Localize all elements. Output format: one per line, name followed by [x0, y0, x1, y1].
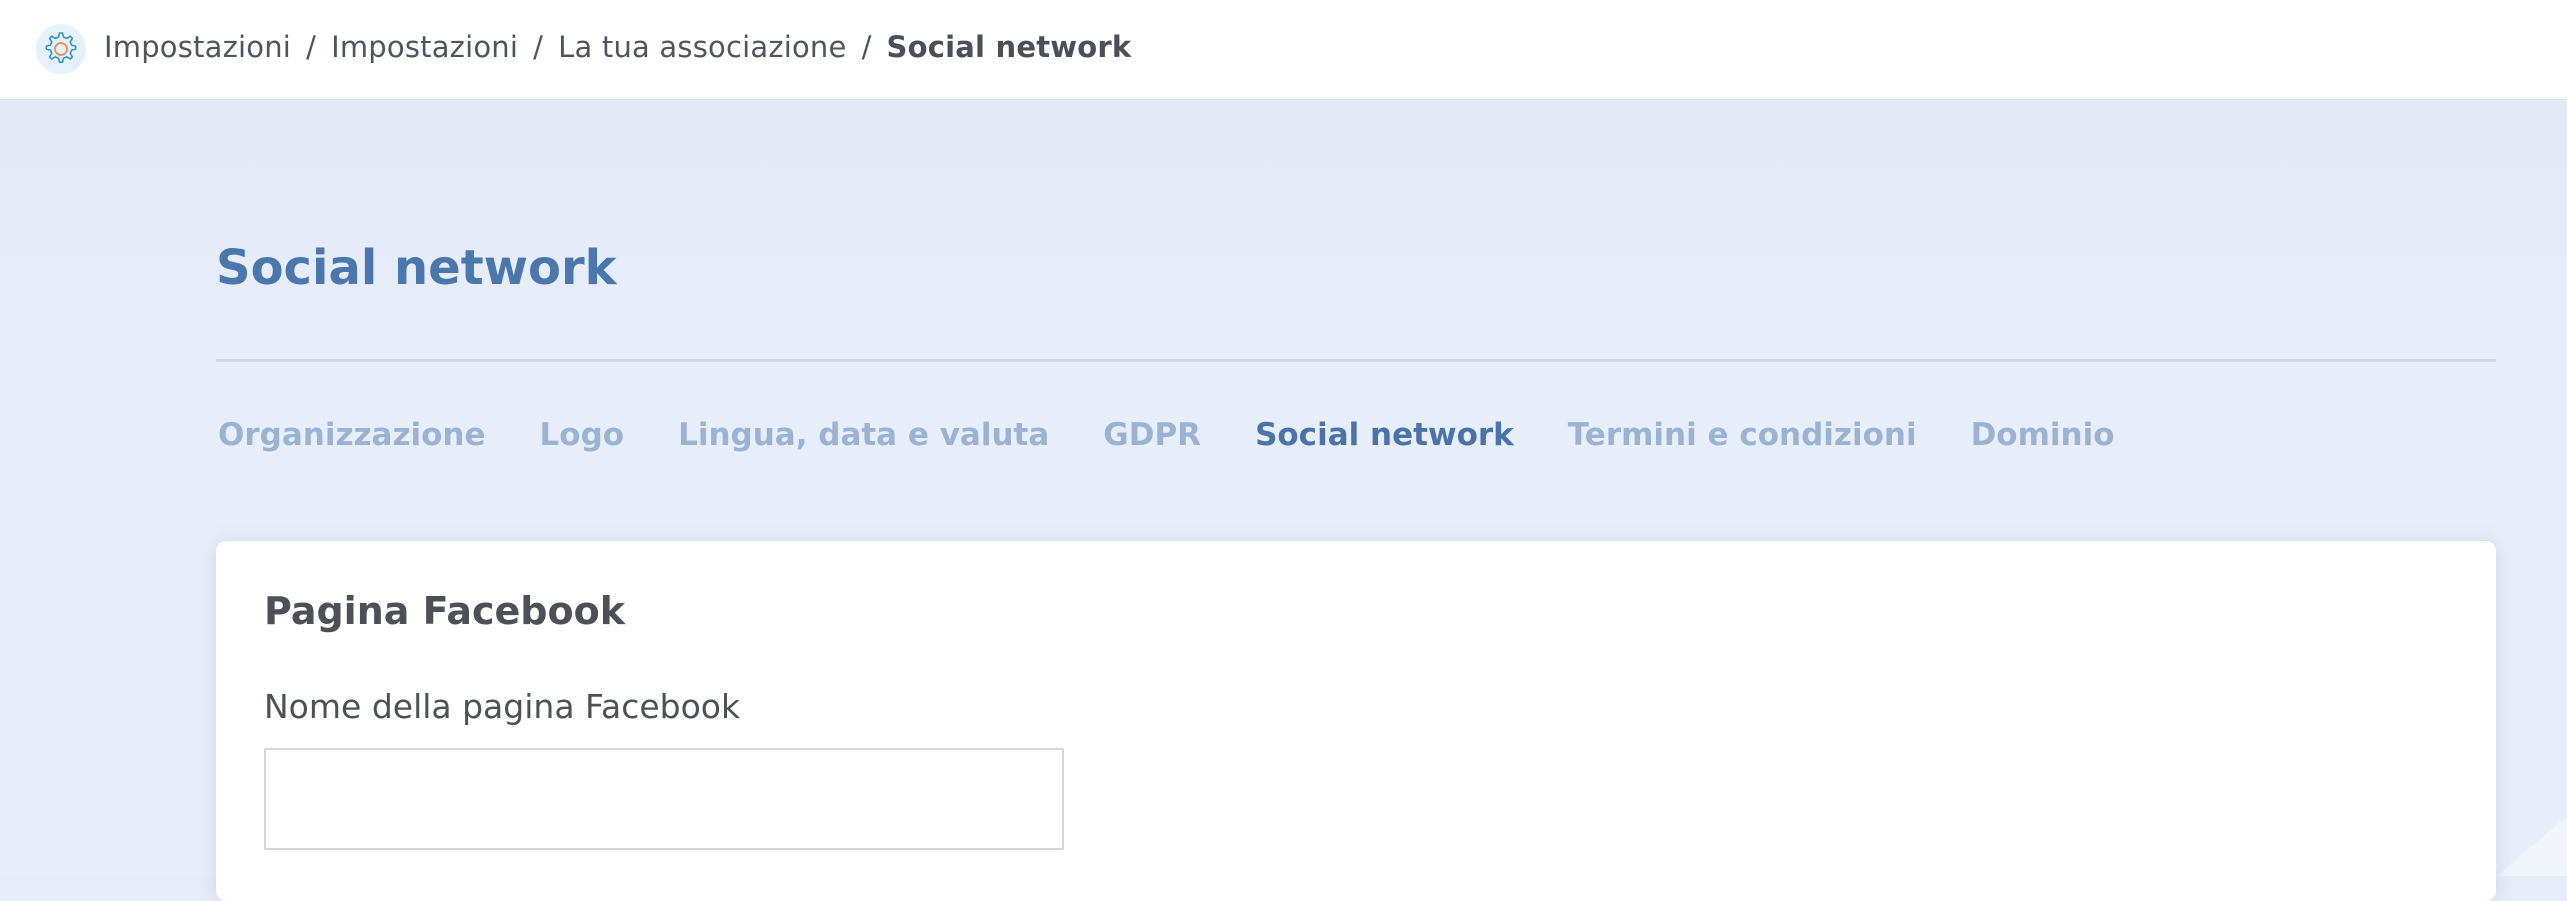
title-divider	[216, 359, 2496, 362]
tab-social-network[interactable]: Social network	[1255, 417, 1514, 453]
breadcrumb-item-impostazioni-2[interactable]: Impostazioni	[331, 30, 518, 64]
page-title: Social network	[216, 240, 617, 296]
tab-gdpr[interactable]: GDPR	[1103, 417, 1201, 453]
decorative-shape	[2497, 816, 2567, 876]
facebook-page-name-input[interactable]	[264, 748, 1064, 850]
tab-organizzazione[interactable]: Organizzazione	[218, 417, 486, 453]
facebook-page-card: Pagina Facebook Nome della pagina Facebo…	[216, 541, 2496, 901]
settings-tabs: Organizzazione Logo Lingua, data e valut…	[218, 410, 2169, 460]
breadcrumb-item-associazione[interactable]: La tua associazione	[558, 30, 846, 64]
top-bar: Impostazioni / Impostazioni / La tua ass…	[0, 0, 2567, 100]
breadcrumb-item-impostazioni[interactable]: Impostazioni	[104, 30, 291, 64]
breadcrumb: Impostazioni / Impostazioni / La tua ass…	[104, 0, 1131, 94]
tab-dominio[interactable]: Dominio	[1971, 417, 2115, 453]
facebook-page-name-label: Nome della pagina Facebook	[264, 687, 741, 726]
breadcrumb-current: Social network	[886, 30, 1132, 64]
tab-termini-condizioni[interactable]: Termini e condizioni	[1568, 417, 1917, 453]
gear-icon[interactable]	[34, 22, 88, 76]
breadcrumb-separator: /	[306, 30, 317, 64]
tab-lingua-data-valuta[interactable]: Lingua, data e valuta	[678, 417, 1049, 453]
tab-logo[interactable]: Logo	[540, 417, 625, 453]
card-title: Pagina Facebook	[264, 589, 625, 633]
breadcrumb-separator: /	[533, 30, 544, 64]
breadcrumb-separator: /	[861, 30, 872, 64]
